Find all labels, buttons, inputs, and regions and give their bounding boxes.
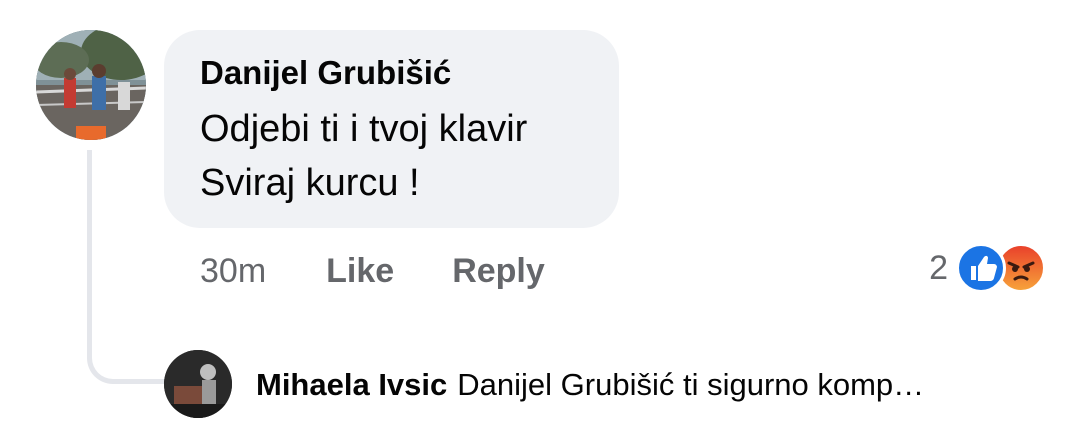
comment-text-line-2: Sviraj kurcu ! [200,162,420,204]
comment-thread: Danijel Grubišić Odjebi ti i tvoj klavir… [0,0,1080,442]
comment-actions: 30m Like Reply [200,248,545,294]
reply-author-name[interactable]: Mihaela Ivsic [256,367,447,402]
avatar[interactable] [36,30,146,140]
comment-timestamp[interactable]: 30m [200,252,266,291]
thread-connector-line [87,150,165,384]
avatar-photo [36,30,146,140]
reactions-summary[interactable]: 2 [929,243,1046,293]
comment-text-line-1: Odjebi ti i tvoj klavir [200,108,528,150]
comment-author-name[interactable]: Danijel Grubišić [200,52,585,94]
like-icon [956,243,1006,293]
comment-bubble: Danijel Grubišić Odjebi ti i tvoj klavir… [164,30,619,228]
reply-button[interactable]: Reply [452,252,545,291]
reply-preview[interactable]: Mihaela Ivsic Danijel Grubišić ti sigurno… [256,362,924,408]
reply-preview-text: Danijel Grubišić ti sigurno komp… [457,367,925,402]
reply-avatar[interactable] [164,350,232,418]
reaction-count: 2 [929,248,948,287]
reply-avatar-photo [164,350,232,418]
like-button[interactable]: Like [326,252,394,291]
